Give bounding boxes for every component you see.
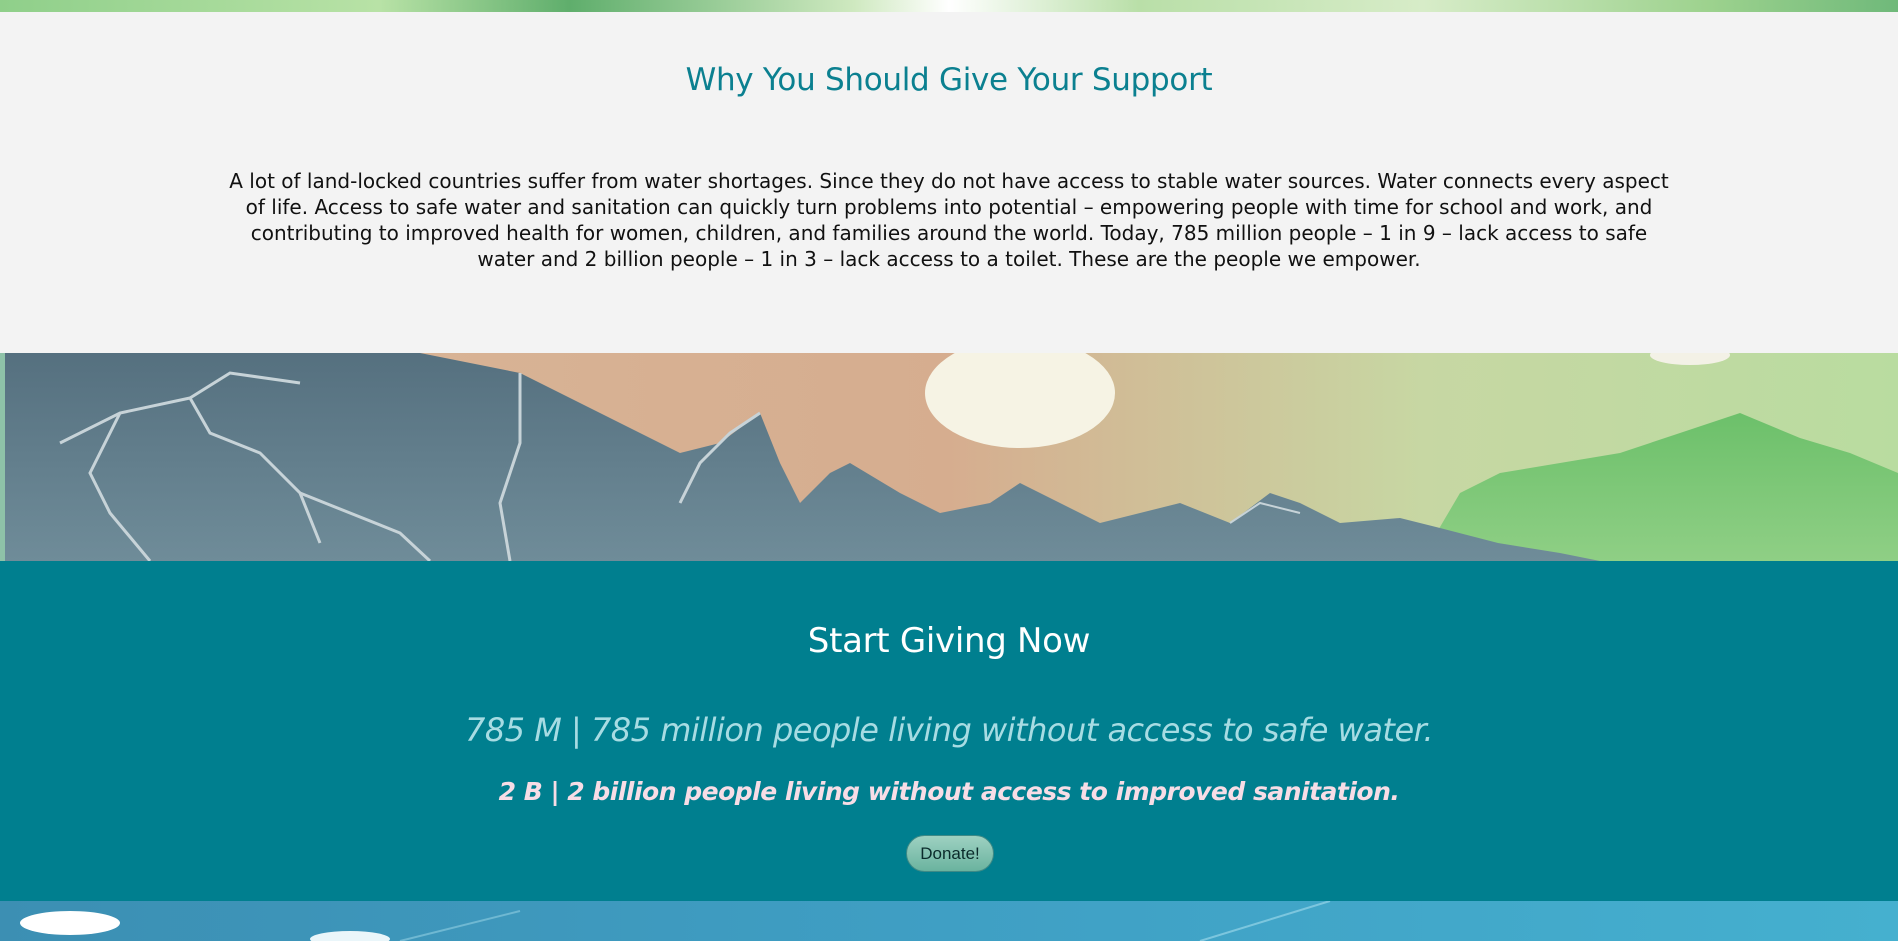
stat-sanitation: 2 B | 2 billion people living without ac… (498, 777, 1400, 806)
donate-button[interactable]: Donate! (906, 835, 994, 872)
giving-heading: Start Giving Now (807, 621, 1091, 661)
stat-safe-water: 785 M | 785 million people living withou… (464, 711, 1434, 749)
support-section: Why You Should Give Your Support A lot o… (0, 12, 1898, 353)
decorative-image-strip-top (0, 0, 1898, 12)
support-heading: Why You Should Give Your Support (685, 62, 1213, 98)
giving-section: Start Giving Now 785 M | 785 million peo… (0, 561, 1898, 901)
landscape-illustration (0, 353, 1898, 561)
decorative-image-strip-bottom (0, 901, 1898, 941)
support-paragraph: A lot of land-locked countries suffer fr… (229, 169, 1669, 271)
